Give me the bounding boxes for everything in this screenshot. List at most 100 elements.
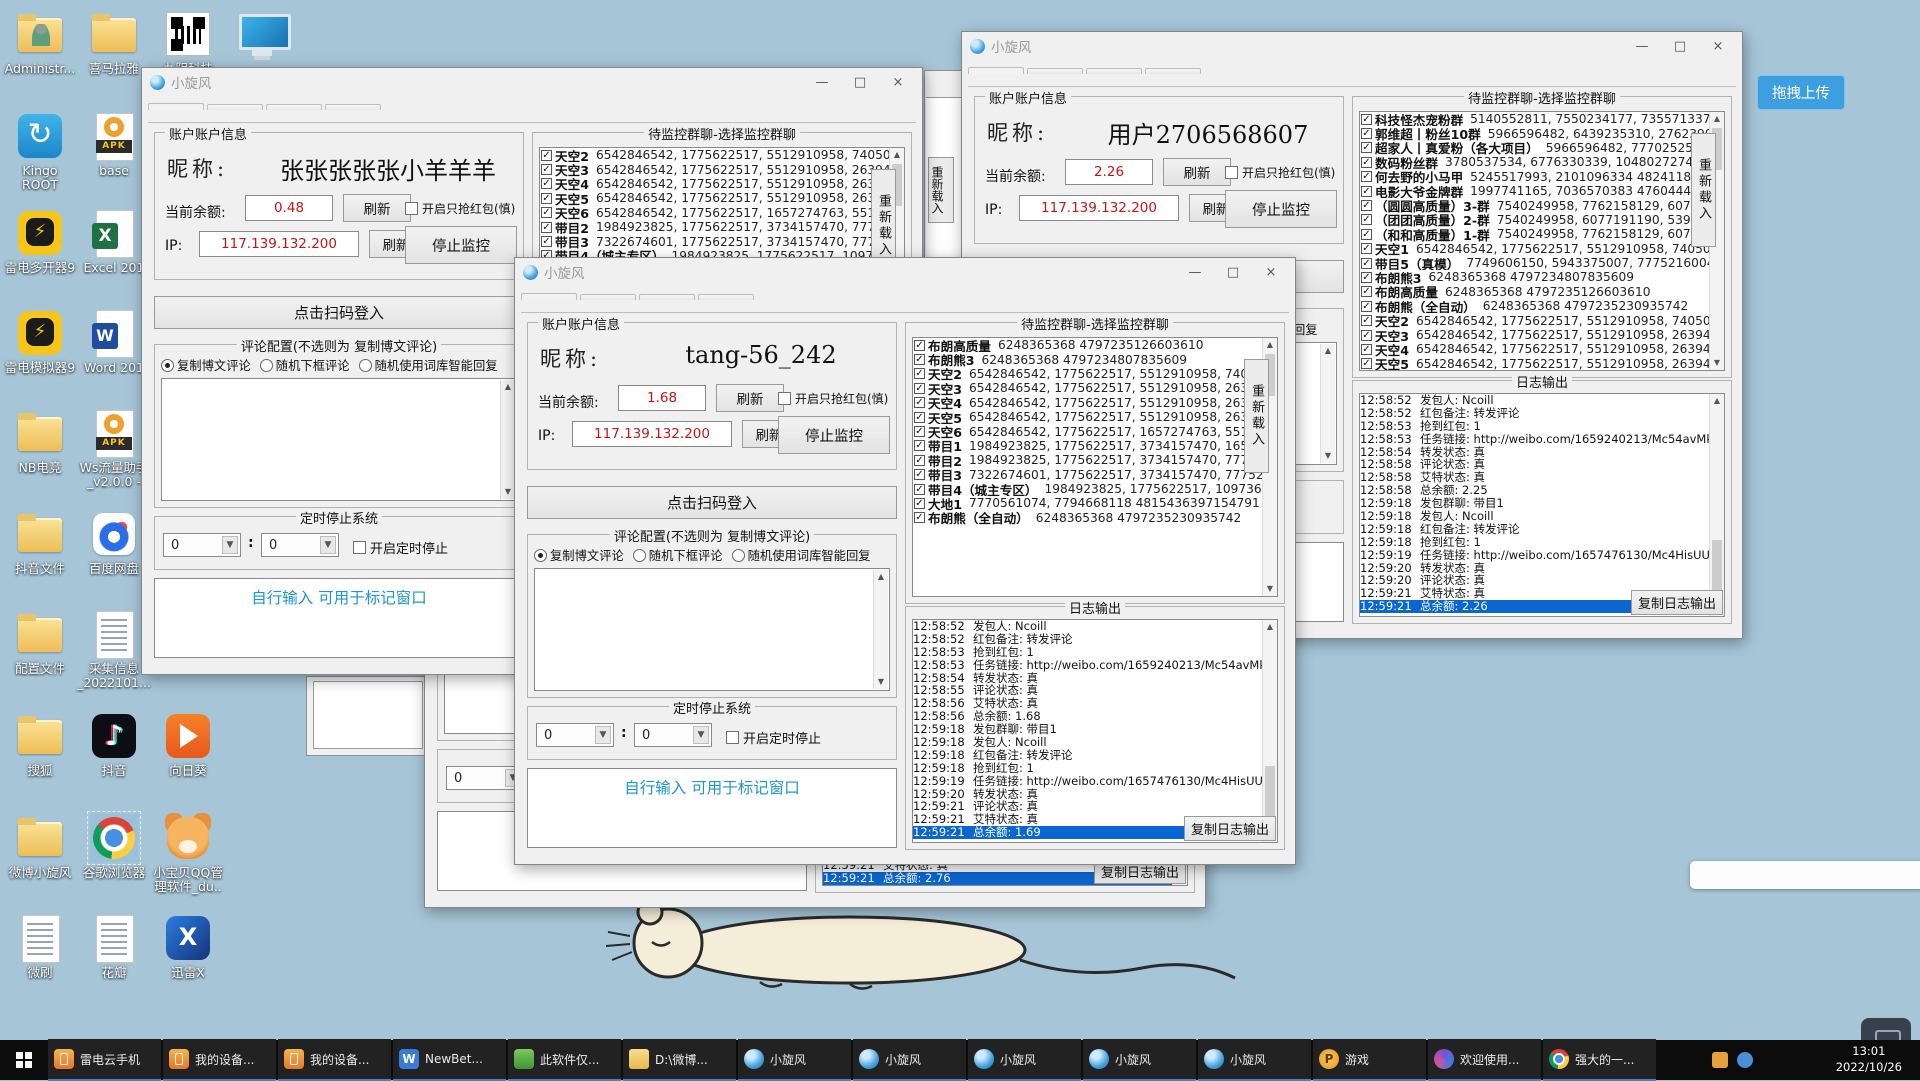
copy-log-button[interactable]: 复制日志输出: [1631, 590, 1723, 615]
comment-textarea[interactable]: ▲▼: [534, 568, 890, 691]
group-chat-row[interactable]: 电影大爷金牌群 1997741165, 7036570383 476044435…: [1360, 184, 1724, 198]
group-chat-row[interactable]: 郭维超丨粉丝10群 5966596482, 6439235310, 276239…: [1360, 126, 1724, 141]
log-line[interactable]: 12:59:18 红包备注: 转发评论: [1360, 523, 1724, 536]
window-titlebar[interactable]: 小旋风 — □ ×: [515, 258, 1295, 286]
scroll-up-icon[interactable]: ▲: [1321, 344, 1335, 358]
checkbox-checked-icon[interactable]: [914, 497, 925, 509]
checkbox-checked-icon[interactable]: [914, 454, 925, 466]
tray-icon[interactable]: [1736, 1052, 1753, 1068]
checkbox-checked-icon[interactable]: [914, 512, 925, 524]
radio-icon[interactable]: [161, 358, 174, 372]
taskbar-clock[interactable]: 13:01 2022/10/26: [1826, 1044, 1912, 1075]
taskbar-item[interactable]: 小旋风: [853, 1039, 966, 1081]
group-chat-row[interactable]: 超家人丨真爱粉（各大项目） 5966596482, 7770252553, 64…: [1360, 141, 1724, 155]
copy-log-button[interactable]: 复制日志输出: [1184, 816, 1276, 841]
group-chat-row[interactable]: 天空2 6542846542, 1775622517, 5512910958, …: [540, 148, 904, 162]
refresh-balance-button[interactable]: 刷新: [1163, 158, 1231, 186]
radio-icon[interactable]: [358, 358, 372, 372]
ip-field[interactable]: 117.139.132.200: [199, 231, 359, 257]
scroll-up-icon[interactable]: ▲: [501, 380, 515, 394]
log-line[interactable]: 12:58:56 总余额: 1.68: [913, 710, 1277, 723]
desktop-icon-image[interactable]: [238, 10, 291, 58]
checkbox-checked-icon[interactable]: [1361, 358, 1372, 370]
close-button[interactable]: ×: [1255, 265, 1287, 280]
log-line[interactable]: 12:59:18 发包人: Ncoill: [1360, 510, 1724, 523]
group-chat-row[interactable]: 科技怪杰宠粉群 5140552811, 7550234177, 73557133…: [1360, 112, 1724, 126]
log-line[interactable]: 12:58:52 发包人: Ncoill: [913, 620, 1277, 633]
textarea-scrollbar[interactable]: ▲▼: [1320, 344, 1335, 463]
group-chat-list[interactable]: 科技怪杰宠粉群 5140552811, 7550234177, 73557133…: [1359, 111, 1725, 371]
checkbox-icon[interactable]: [1225, 166, 1238, 179]
log-line[interactable]: 12:58:55 评论状态: 真: [913, 684, 1277, 697]
radio-icon[interactable]: [259, 358, 273, 372]
checkbox-checked-icon[interactable]: [1361, 113, 1372, 125]
log-line[interactable]: 12:59:20 评论状态: 真: [1360, 574, 1724, 587]
desktop-icon-image[interactable]: [16, 10, 64, 58]
checkbox-checked-icon[interactable]: [914, 354, 925, 366]
tab[interactable]: [580, 294, 636, 300]
checkbox-checked-icon[interactable]: [914, 440, 925, 452]
checkbox-checked-icon[interactable]: [1361, 142, 1372, 154]
group-chat-row[interactable]: 天空1 6542846542, 1775622517, 5512910958, …: [1360, 242, 1724, 256]
enable-timer-checkbox[interactable]: 开启定时停止: [726, 728, 821, 747]
log-line[interactable]: 12:59:18 抢到红包: 1: [913, 761, 1277, 775]
group-chat-row[interactable]: 天空3 6542846542, 1775622517, 5512910958, …: [913, 381, 1277, 396]
taskbar-item[interactable]: 我的设备...: [163, 1039, 276, 1081]
chevron-down-icon[interactable]: ▼: [595, 726, 611, 744]
tab[interactable]: [1145, 68, 1201, 74]
tray-icon[interactable]: [1711, 1052, 1728, 1068]
chevron-down-icon[interactable]: ▼: [222, 536, 238, 554]
tab[interactable]: [148, 103, 204, 110]
timer-hour-select[interactable]: 0▼: [536, 723, 614, 747]
radio-icon[interactable]: [534, 548, 547, 562]
stop-monitor-button[interactable]: 停止监控: [1225, 190, 1337, 228]
only-red-packet-checkbox[interactable]: 开启只抢红包(慎): [1225, 164, 1335, 181]
window-mark-panel[interactable]: 自行输入 可用于标记窗口: [527, 768, 897, 848]
checkbox-checked-icon[interactable]: [541, 221, 552, 233]
checkbox-checked-icon[interactable]: [1361, 228, 1372, 240]
taskbar-item[interactable]: 小旋风: [738, 1039, 851, 1081]
radio-option[interactable]: 随机下框评论: [259, 356, 350, 374]
group-chat-row[interactable]: 天空6 6542846542, 1775622517, 1657274763, …: [913, 424, 1277, 439]
checkbox-checked-icon[interactable]: [914, 397, 925, 409]
desktop-icon-image[interactable]: [16, 712, 64, 760]
checkbox-checked-icon[interactable]: [1361, 286, 1372, 298]
window-titlebar[interactable]: 小旋风 — □ ×: [962, 32, 1742, 60]
balance-field[interactable]: 0.48: [245, 195, 333, 221]
group-chat-row[interactable]: 大地1 7770561074, 7794668118 4815436397154…: [913, 496, 1277, 511]
desktop-icon[interactable]: 迅雷X: [143, 914, 233, 980]
log-line[interactable]: 12:59:18 抢到红包: 1: [1360, 535, 1724, 549]
group-chat-row[interactable]: 天空5 6542846542, 1775622517, 5512910958, …: [1360, 357, 1724, 370]
log-line[interactable]: 12:58:53 抢到红包: 1: [1360, 419, 1724, 433]
desktop-icon-image[interactable]: [90, 510, 138, 558]
log-line[interactable]: 12:58:53 任务链接: http://weibo.com/16592402…: [913, 658, 1277, 672]
log-line[interactable]: 12:59:21 评论状态: 真: [913, 800, 1277, 813]
checkbox-checked-icon[interactable]: [1361, 171, 1372, 183]
minimize-button[interactable]: —: [806, 75, 838, 90]
group-chat-row[interactable]: 天空5 6542846542, 1775622517, 5512910958, …: [540, 191, 904, 206]
log-line[interactable]: 12:58:58 评论状态: 真: [1360, 458, 1724, 471]
scan-login-button[interactable]: 点击扫码登入: [154, 296, 524, 329]
checkbox-checked-icon[interactable]: [541, 149, 552, 161]
taskbar-item[interactable]: 小旋风: [1198, 1039, 1311, 1081]
group-chat-row[interactable]: 布朗熊（全自动） 6248365368 4797235230935742: [1360, 299, 1724, 313]
radio-option[interactable]: 随机使用词库智能回复: [731, 546, 871, 564]
tab[interactable]: [325, 104, 381, 110]
radio-option[interactable]: 复制博文评论: [534, 546, 624, 564]
checkbox-checked-icon[interactable]: [1361, 128, 1372, 140]
desktop-icon-image[interactable]: [16, 309, 64, 357]
close-button[interactable]: ×: [882, 75, 914, 90]
reload-list-button[interactable]: 重新载入: [928, 157, 954, 223]
group-chat-row[interactable]: 布朗高质量 6248365368 4797235126603610: [913, 338, 1277, 352]
desktop-icon-image[interactable]: [16, 409, 64, 457]
minimize-button[interactable]: —: [1179, 265, 1211, 280]
desktop-icon[interactable]: 向日葵: [143, 712, 233, 778]
ip-field[interactable]: 117.139.132.200: [572, 421, 732, 447]
log-line[interactable]: 12:58:58 艾特状态: 真: [1360, 471, 1724, 484]
log-line[interactable]: 12:59:20 转发状态: 真: [1360, 561, 1724, 575]
desktop-icon-image[interactable]: [16, 510, 64, 558]
close-button[interactable]: ×: [1702, 39, 1734, 54]
desktop-icon-image[interactable]: [87, 811, 141, 865]
checkbox-checked-icon[interactable]: [914, 483, 925, 495]
checkbox-icon[interactable]: [353, 541, 366, 554]
